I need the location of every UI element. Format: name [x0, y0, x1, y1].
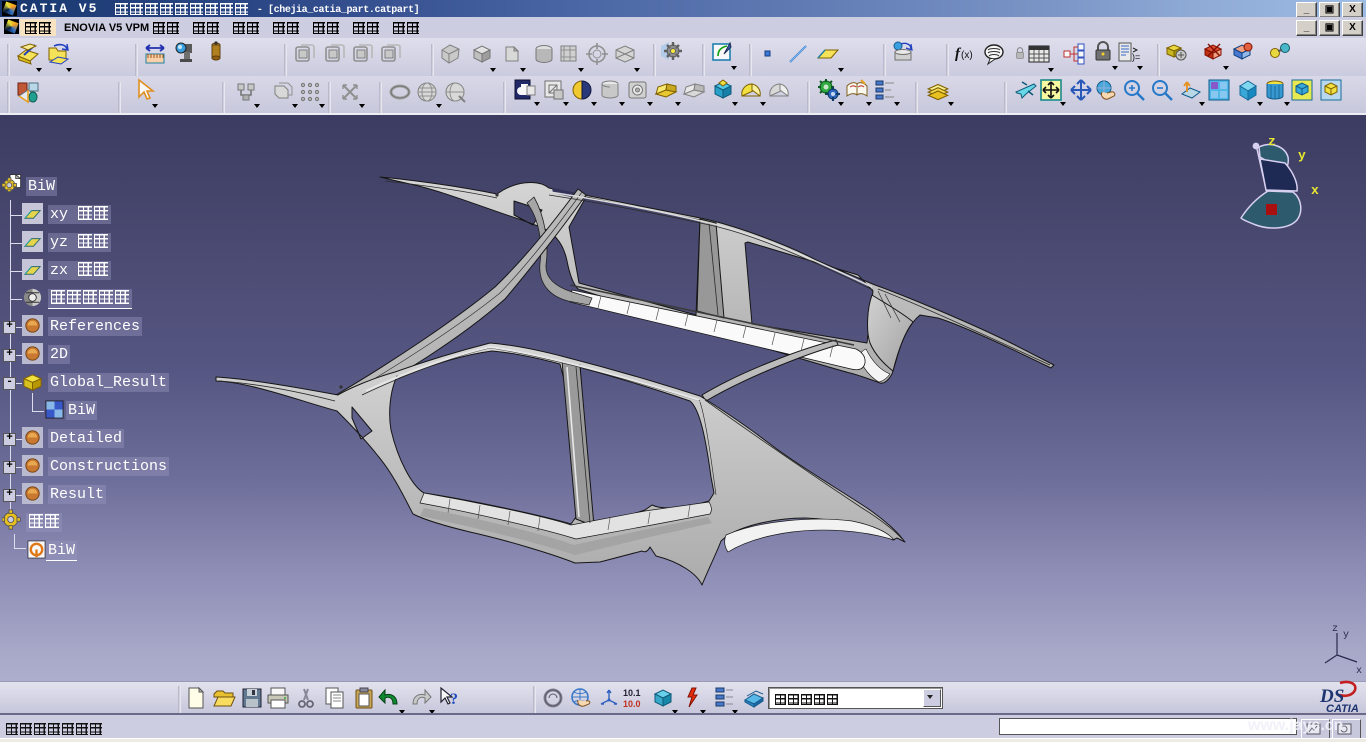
- svg-text:10.0: 10.0: [623, 699, 641, 709]
- svg-text:)=: )=: [1132, 52, 1140, 62]
- svg-text:z: z: [1332, 624, 1338, 635]
- svg-text:(x): (x): [961, 50, 973, 61]
- svg-text:y: y: [1343, 630, 1349, 641]
- svg-text:x: x: [1356, 666, 1362, 677]
- svg-text:10.1: 10.1: [623, 688, 641, 698]
- svg-text:x: x: [1311, 183, 1319, 198]
- svg-text:z: z: [1268, 134, 1276, 149]
- svg-text:y: y: [1298, 148, 1306, 163]
- svg-text:?: ?: [450, 691, 458, 708]
